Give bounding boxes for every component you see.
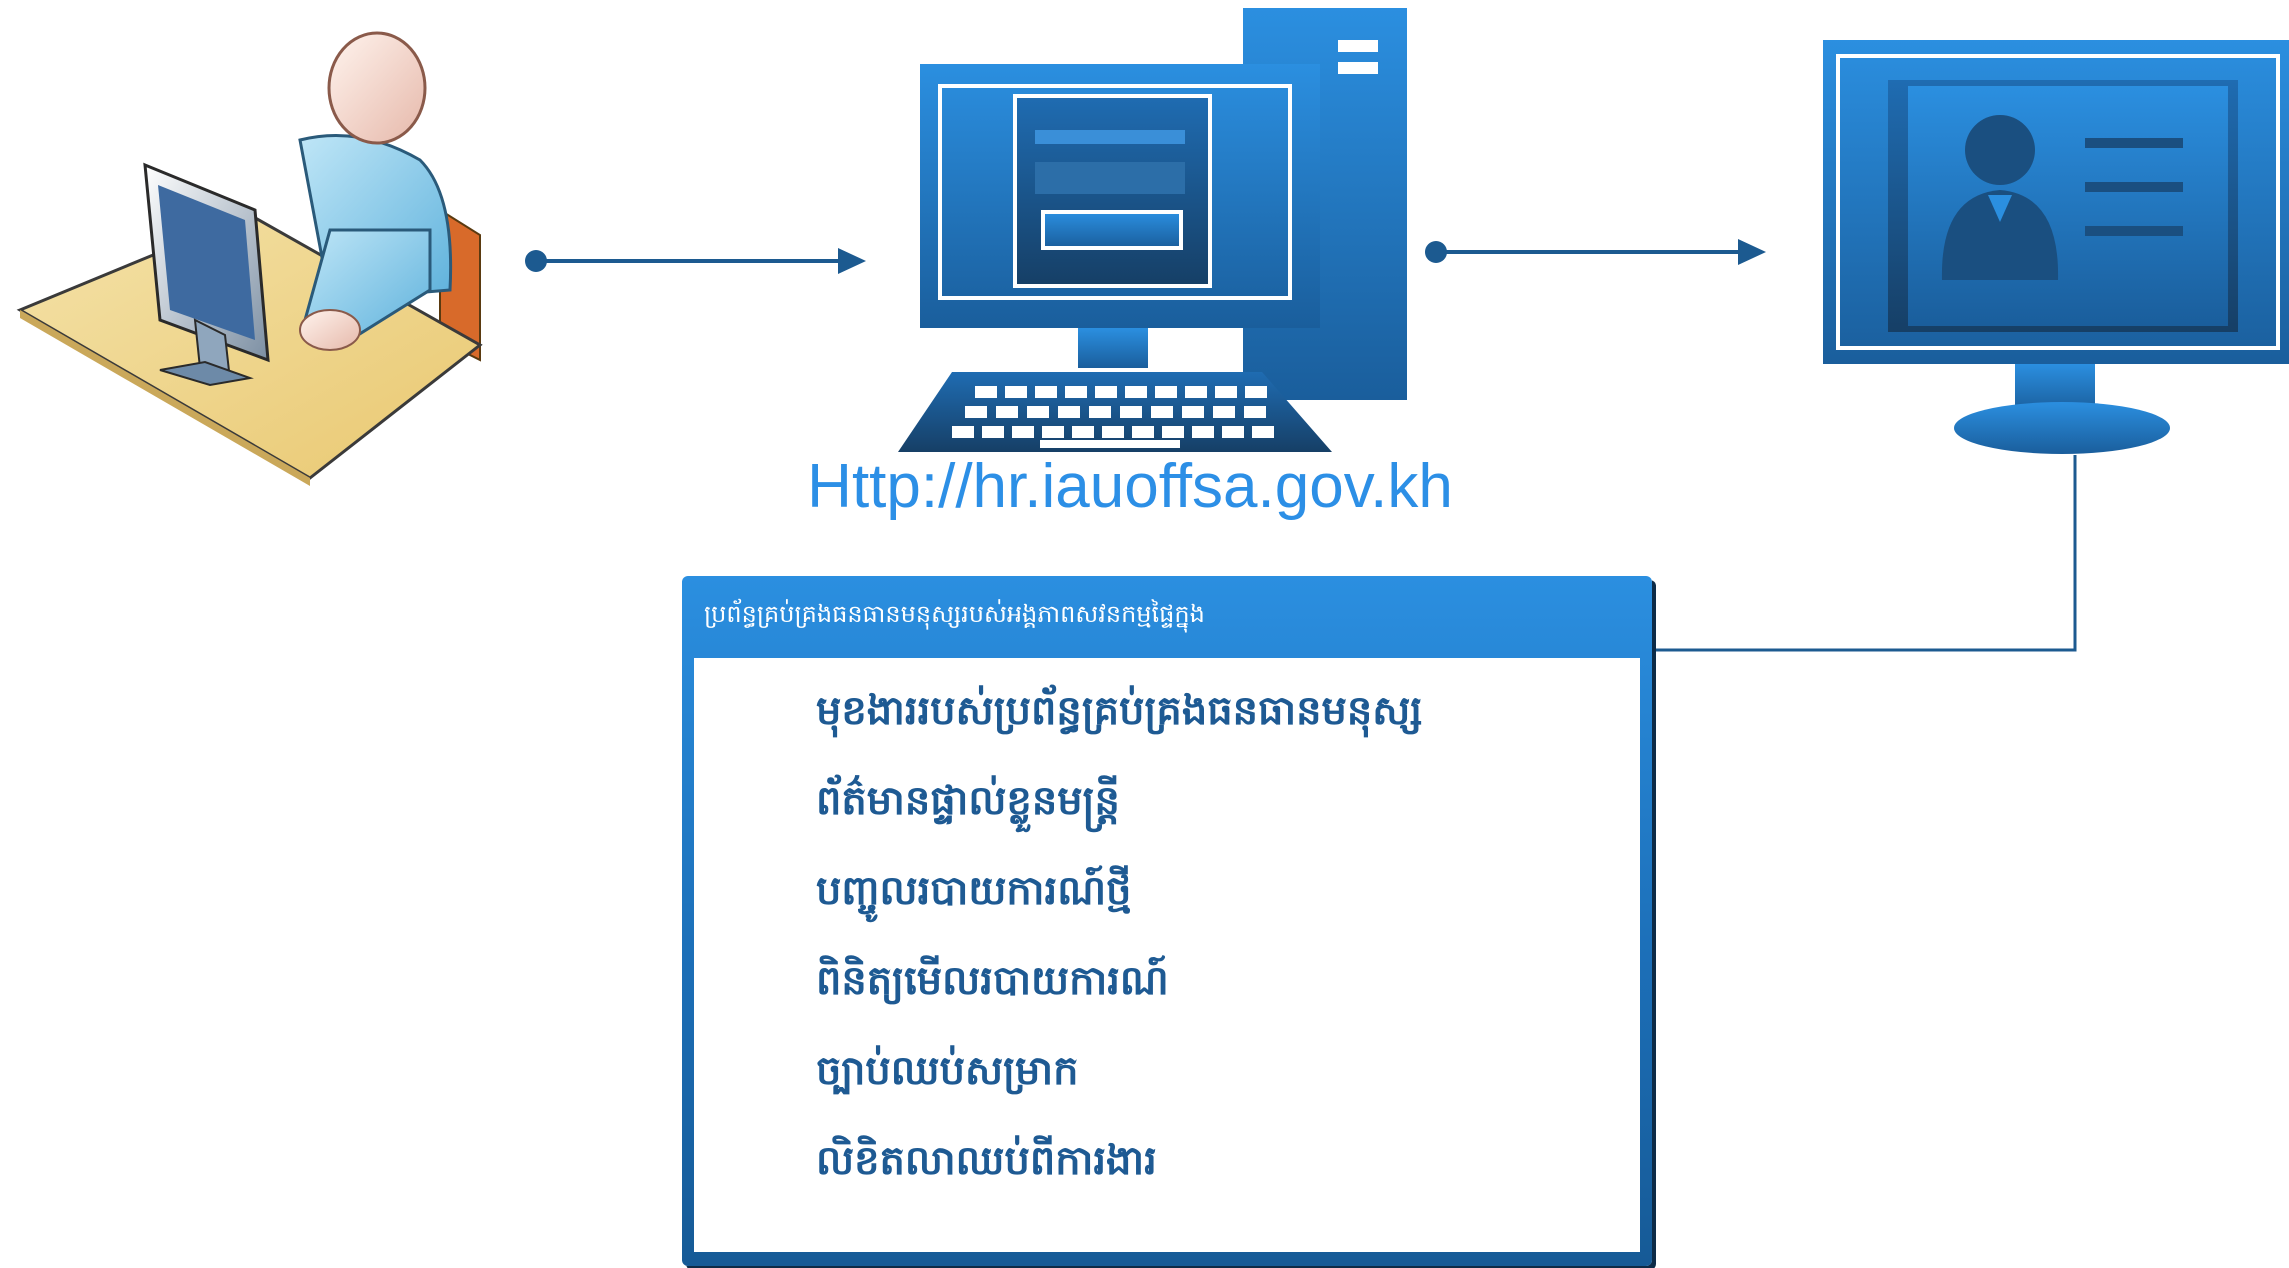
keyboard-key — [1215, 386, 1237, 398]
arrow-user-to-computer — [525, 248, 866, 274]
keyboard-key — [1213, 406, 1235, 418]
keyboard-key — [1095, 386, 1117, 398]
keyboard-key — [1252, 426, 1274, 438]
desktop-computer-icon — [898, 8, 1407, 452]
menu-item[interactable]: មុខងាររបស់ប្រព័ន្ធគ្រប់គ្រងធនធានមនុស្ស — [816, 676, 1422, 766]
keyboard-spacebar — [1040, 440, 1180, 448]
window-title: ប្រព័ន្ធគ្រប់គ្រងធនធានមនុស្សរបស់អង្គភាពស… — [704, 600, 1205, 628]
keyboard-key — [1192, 426, 1214, 438]
keyboard-key — [1035, 386, 1057, 398]
keyboard-key — [1005, 386, 1027, 398]
keyboard-key — [1182, 406, 1204, 418]
keyboard-key — [1132, 426, 1154, 438]
keyboard-key — [1072, 426, 1094, 438]
user-at-desk-icon — [16, 31, 483, 486]
url-label[interactable]: Http://hr.iauoffsa.gov.kh — [740, 456, 1520, 518]
keyboard-key — [1162, 426, 1184, 438]
arrow-computer-to-profile — [1425, 239, 1766, 265]
menu-item[interactable]: ព័ត៌មានផ្ទាល់ខ្លួនមន្ត្រី — [816, 766, 1422, 856]
menu-item[interactable]: ច្បាប់ឈប់សម្រាក — [816, 1036, 1422, 1126]
keyboard-key — [965, 406, 987, 418]
menu-item[interactable]: បញ្ចូលរបាយការណ៍ថ្មី — [816, 856, 1422, 946]
keyboard-key — [1155, 386, 1177, 398]
keyboard-key — [1058, 406, 1080, 418]
connector-line — [1655, 455, 2077, 652]
menu-item[interactable]: ពិនិត្យមើលរបាយការណ៍ — [816, 946, 1422, 1036]
function-menu: មុខងាររបស់ប្រព័ន្ធគ្រប់គ្រងធនធានមនុស្ស ព័… — [816, 676, 1422, 1216]
keyboard-key — [1185, 386, 1207, 398]
keyboard-key — [1245, 386, 1267, 398]
keyboard-key — [1012, 426, 1034, 438]
keyboard-key — [1042, 426, 1064, 438]
keyboard-key — [982, 426, 1004, 438]
keyboard-key — [996, 406, 1018, 418]
keyboard-key — [1125, 386, 1147, 398]
keyboard-key — [975, 386, 997, 398]
keyboard-key — [1027, 406, 1049, 418]
keyboard-key — [1222, 426, 1244, 438]
hr-system-window: ប្រព័ន្ធគ្រប់គ្រងធនធានមនុស្សរបស់អង្គភាពស… — [682, 576, 1652, 1266]
profile-monitor-icon — [1823, 40, 2289, 454]
keyboard-key — [1065, 386, 1087, 398]
menu-item[interactable]: លិខិតលាឈប់ពីការងារ — [816, 1126, 1422, 1216]
keyboard-key — [952, 426, 974, 438]
keyboard-key — [1089, 406, 1111, 418]
keyboard-key — [1244, 406, 1266, 418]
window-body: មុខងាររបស់ប្រព័ន្ធគ្រប់គ្រងធនធានមនុស្ស ព័… — [694, 658, 1640, 1252]
keyboard-key — [1120, 406, 1142, 418]
keyboard-key — [1102, 426, 1124, 438]
keyboard-key — [1151, 406, 1173, 418]
